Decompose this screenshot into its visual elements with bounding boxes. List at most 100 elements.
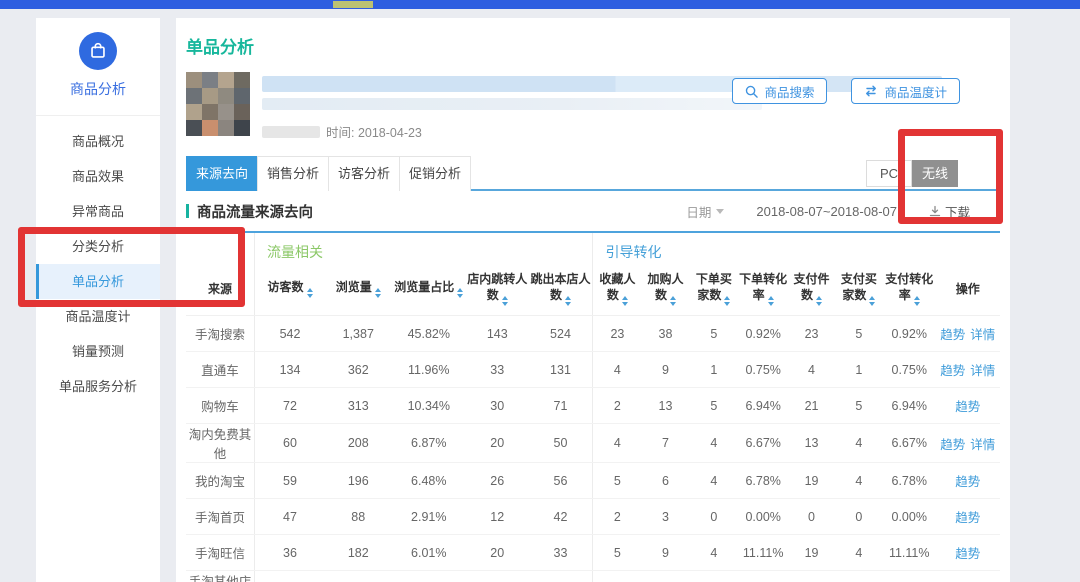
column-header-5[interactable]: 跳出本店人数 [528, 264, 592, 316]
sort-icon[interactable] [768, 296, 774, 306]
product-search-button[interactable]: 商品搜索 [732, 78, 827, 104]
value-cell: 1 [690, 352, 738, 388]
column-header-2[interactable]: 浏览量 [325, 264, 391, 316]
sidebar-item-3[interactable]: 分类分析 [36, 229, 160, 264]
trend-link[interactable]: 趋势 [955, 475, 980, 489]
tab-1[interactable]: 销售分析 [257, 156, 329, 191]
value-cell: 6 [641, 463, 689, 499]
table-row: 淘内免费其他602086.87%20504746.67%1346.67%趋势详情 [186, 424, 1000, 463]
source-cell: 手淘搜索 [186, 316, 255, 352]
table-row: 直通车13436211.96%331314910.75%410.75%趋势详情 [186, 352, 1000, 388]
section-title: 商品流量来源去向 [197, 201, 313, 222]
page-title: 单品分析 [186, 33, 1000, 58]
column-header-7[interactable]: 加购人数 [641, 264, 689, 316]
detail-link[interactable]: 详情 [970, 328, 995, 342]
trend-link[interactable]: 趋势 [955, 400, 980, 414]
value-cell: 6.48% [392, 463, 467, 499]
product-image-blurred [186, 72, 250, 136]
download-icon [929, 205, 941, 217]
sidebar-item-label: 单品分析 [72, 274, 124, 289]
actions-cell: 趋势 [935, 535, 1000, 571]
source-cell: 手淘其他店铺商品 [186, 571, 255, 582]
sort-down-arrow [502, 302, 508, 306]
tab-bar: 来源去向销售分析访客分析促销分析 PC无线 [186, 156, 1000, 191]
value-cell: 6.67% [883, 424, 935, 463]
value-cell: 313 [325, 388, 391, 424]
sidebar-item-label: 销量预测 [72, 344, 124, 359]
sidebar-item-6[interactable]: 销量预测 [36, 334, 160, 369]
sidebar-item-label: 商品概况 [72, 134, 124, 149]
column-header-11[interactable]: 支付买家数 [835, 264, 883, 316]
column-header-10[interactable]: 支付件数 [788, 264, 834, 316]
column-header-9[interactable]: 下单转化率 [738, 264, 788, 316]
column-header-label: 浏览量 [336, 280, 372, 294]
sort-up-arrow [565, 296, 571, 300]
table-row: 我的淘宝591966.48%26565646.78%1946.78%趋势 [186, 463, 1000, 499]
sort-icon[interactable] [502, 296, 508, 306]
actions-cell: 趋势详情 [935, 571, 1000, 582]
device-toggle-option[interactable]: PC [866, 160, 912, 187]
column-header-3[interactable]: 浏览量占比 [392, 264, 467, 316]
value-cell: 2 [593, 571, 641, 582]
detail-link[interactable]: 详情 [970, 438, 995, 452]
value-cell: 5 [593, 463, 641, 499]
value-cell: 0.00% [738, 499, 788, 535]
device-toggle-option[interactable]: 无线 [912, 160, 958, 187]
sort-icon[interactable] [914, 296, 920, 306]
trend-link[interactable]: 趋势 [940, 328, 965, 342]
date-dropdown[interactable]: 日期 [686, 202, 724, 221]
sidebar-item-7[interactable]: 单品服务分析 [36, 369, 160, 404]
value-cell: 0.75% [883, 352, 935, 388]
column-header-8[interactable]: 下单买家数 [690, 264, 738, 316]
value-cell: 26 [466, 463, 528, 499]
value-cell: 4 [690, 463, 738, 499]
sidebar-item-label: 单品服务分析 [59, 379, 137, 394]
chevron-down-icon [716, 209, 724, 214]
value-cell: 362 [325, 352, 391, 388]
screen: 商品分析 商品概况商品效果异常商品分类分析单品分析商品温度计销量预测单品服务分析… [0, 0, 1080, 582]
sort-icon[interactable] [375, 288, 381, 298]
sort-icon[interactable] [670, 296, 676, 306]
sort-icon[interactable] [622, 296, 628, 306]
trend-link[interactable]: 趋势 [955, 547, 980, 561]
value-cell: 21 [788, 388, 834, 424]
product-thermometer-button[interactable]: 商品温度计 [851, 78, 960, 104]
sort-icon[interactable] [457, 288, 463, 298]
sort-down-arrow [768, 302, 774, 306]
column-header-1[interactable]: 访客数 [255, 264, 326, 316]
sidebar-item-2[interactable]: 异常商品 [36, 194, 160, 229]
download-link[interactable]: 下载 [929, 202, 970, 221]
sidebar-item-5[interactable]: 商品温度计 [36, 299, 160, 334]
browser-top-bar [0, 0, 1080, 9]
column-header-12[interactable]: 支付转化率 [883, 264, 935, 316]
value-cell: 10.34% [392, 388, 467, 424]
column-header-6[interactable]: 收藏人数 [593, 264, 641, 316]
sort-icon[interactable] [869, 296, 875, 306]
sidebar-item-0[interactable]: 商品概况 [36, 124, 160, 159]
sidebar-item-1[interactable]: 商品效果 [36, 159, 160, 194]
sort-icon[interactable] [724, 296, 730, 306]
value-cell: 0 [690, 499, 738, 535]
sort-icon[interactable] [816, 296, 822, 306]
sidebar-item-4[interactable]: 单品分析 [36, 264, 160, 299]
tab-2[interactable]: 访客分析 [328, 156, 400, 191]
sort-icon[interactable] [307, 288, 313, 298]
trend-link[interactable]: 趋势 [940, 364, 965, 378]
sort-down-arrow [670, 302, 676, 306]
column-header-13: 操作 [935, 264, 1000, 316]
value-cell: 33 [528, 535, 592, 571]
column-header-4[interactable]: 店内跳转人数 [466, 264, 528, 316]
column-header-label: 操作 [956, 282, 980, 296]
trend-link[interactable]: 趋势 [940, 438, 965, 452]
tab-3[interactable]: 促销分析 [399, 156, 471, 191]
value-cell: 13 [788, 424, 834, 463]
value-cell: 4 [593, 352, 641, 388]
actions-cell: 趋势 [935, 463, 1000, 499]
tab-0[interactable]: 来源去向 [186, 156, 258, 191]
detail-link[interactable]: 详情 [970, 364, 995, 378]
value-cell: 4 [593, 424, 641, 463]
value-cell: 50 [528, 424, 592, 463]
sort-icon[interactable] [565, 296, 571, 306]
trend-link[interactable]: 趋势 [955, 511, 980, 525]
value-cell: 24 [255, 571, 326, 582]
